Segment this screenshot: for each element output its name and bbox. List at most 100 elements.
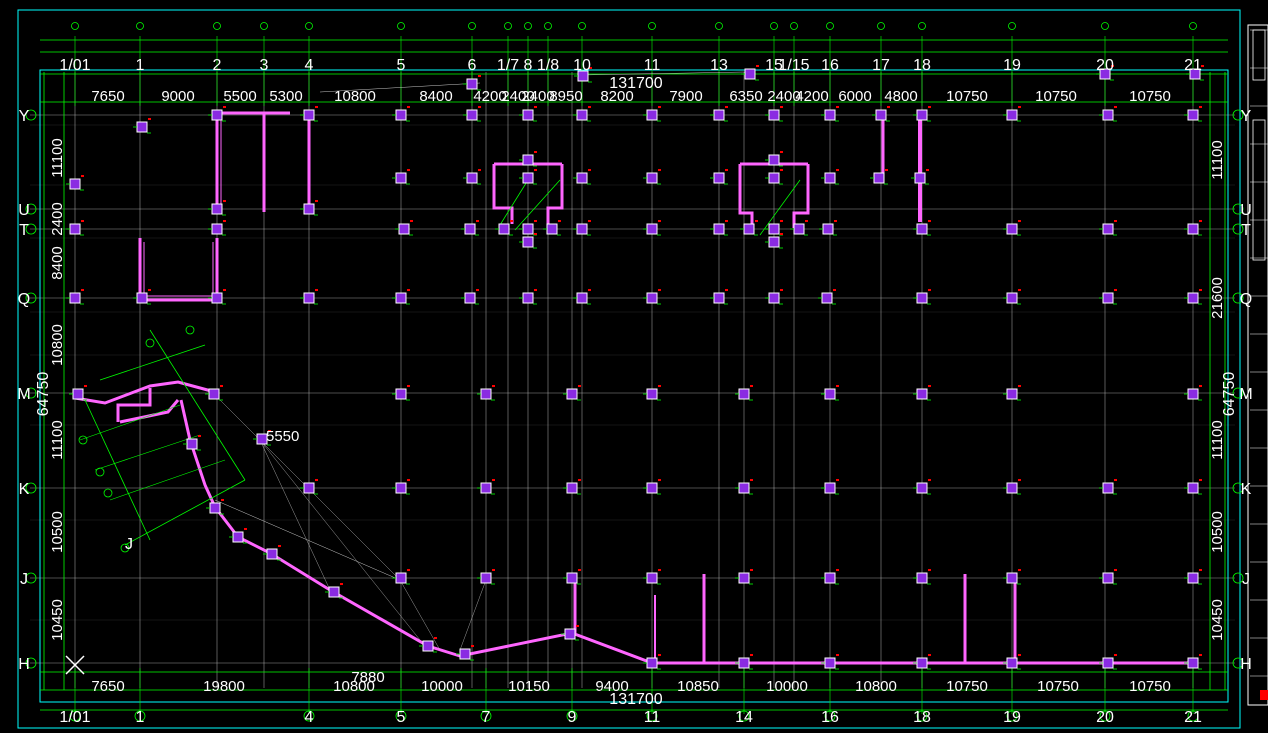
column: [744, 68, 756, 80]
column: [211, 223, 223, 235]
column-mark: [588, 169, 591, 171]
column-mark: [578, 385, 581, 387]
column: [576, 172, 588, 184]
axis-label-bottom: 19: [1003, 709, 1021, 726]
column-mark: [805, 220, 808, 222]
column: [916, 388, 928, 400]
column-mark: [1018, 220, 1021, 222]
axis-label-top: 20: [1096, 57, 1114, 74]
column-mark: [836, 654, 839, 656]
column-mark: [223, 220, 226, 222]
column: [576, 109, 588, 121]
column: [564, 628, 576, 640]
axis-label-right: J: [1242, 571, 1250, 588]
column-mark: [534, 106, 537, 108]
column-mark: [658, 385, 661, 387]
axis-label-top: 6: [468, 57, 477, 74]
column-mark: [588, 289, 591, 291]
column-mark: [658, 479, 661, 481]
column: [395, 388, 407, 400]
column-mark: [410, 220, 413, 222]
cad-drawing-canvas[interactable]: 1/01 1 2 3 4 5 6 1/7 8 1/8 10 11 13 151/15 16 17 18 19 20 2…: [0, 0, 1268, 733]
column: [768, 223, 780, 235]
column: [464, 292, 476, 304]
column-mark: [315, 289, 318, 291]
dim-text-top: 5500: [223, 88, 256, 105]
column: [822, 223, 834, 235]
column-mark: [81, 220, 84, 222]
column-mark: [836, 385, 839, 387]
column-mark: [658, 569, 661, 571]
axis-label-right: Y: [1241, 108, 1252, 125]
column: [209, 502, 221, 514]
column: [522, 236, 534, 248]
column-mark: [148, 289, 151, 291]
column-mark: [588, 220, 591, 222]
column: [459, 648, 471, 660]
column-mark: [1018, 479, 1021, 481]
column: [211, 203, 223, 215]
column-mark: [885, 169, 888, 171]
column-mark: [84, 385, 87, 387]
dim-text-bottom: 19800: [203, 678, 245, 695]
dim-text-left: 10500: [49, 511, 66, 553]
column: [1006, 482, 1018, 494]
column-mark: [780, 106, 783, 108]
column: [1187, 388, 1199, 400]
column: [824, 109, 836, 121]
column-mark: [928, 569, 931, 571]
column: [464, 223, 476, 235]
column-mark: [658, 654, 661, 656]
axis-label-bottom: 1: [136, 709, 145, 726]
column: [303, 203, 315, 215]
column: [480, 482, 492, 494]
column: [395, 109, 407, 121]
column-mark: [534, 220, 537, 222]
column: [738, 657, 750, 669]
column-mark: [578, 569, 581, 571]
dim-text-top: 5300: [269, 88, 302, 105]
column-mark: [476, 289, 479, 291]
dim-bottom-extra: 7880: [351, 669, 384, 686]
column: [1102, 109, 1114, 121]
axis-label-top: 8: [524, 57, 533, 74]
column: [211, 292, 223, 304]
column-mark: [81, 175, 84, 177]
column: [1102, 482, 1114, 494]
axis-label-right: U: [1240, 202, 1252, 219]
column: [646, 223, 658, 235]
column: [1187, 572, 1199, 584]
column-mark: [725, 169, 728, 171]
axis-label-top: 17: [872, 57, 890, 74]
axis-label-bottom: 7: [482, 709, 491, 726]
axis-label-left: T: [19, 222, 29, 239]
axis-label-left: K: [19, 481, 30, 498]
column: [793, 223, 805, 235]
column: [576, 292, 588, 304]
column: [328, 586, 340, 598]
column: [646, 388, 658, 400]
dim-text-top: 10750: [1035, 88, 1077, 105]
column: [69, 178, 81, 190]
column-mark: [221, 499, 224, 501]
column: [738, 572, 750, 584]
dim-text-right: 10450: [1209, 599, 1226, 641]
column: [713, 109, 725, 121]
column-mark: [780, 220, 783, 222]
column: [69, 292, 81, 304]
column: [422, 640, 434, 652]
column: [875, 109, 887, 121]
axis-label-top: 13: [710, 57, 728, 74]
axis-label-top: 5: [397, 57, 406, 74]
column: [395, 572, 407, 584]
column-mark: [407, 479, 410, 481]
column: [768, 292, 780, 304]
column: [713, 172, 725, 184]
column: [72, 388, 84, 400]
dim-total-top: 131700: [609, 75, 662, 92]
column-mark: [928, 106, 931, 108]
axis-label-left: Q: [18, 291, 30, 308]
axis-label-top: 10: [573, 57, 591, 74]
dim-text-top: 4800: [884, 88, 917, 105]
column-mark: [836, 106, 839, 108]
